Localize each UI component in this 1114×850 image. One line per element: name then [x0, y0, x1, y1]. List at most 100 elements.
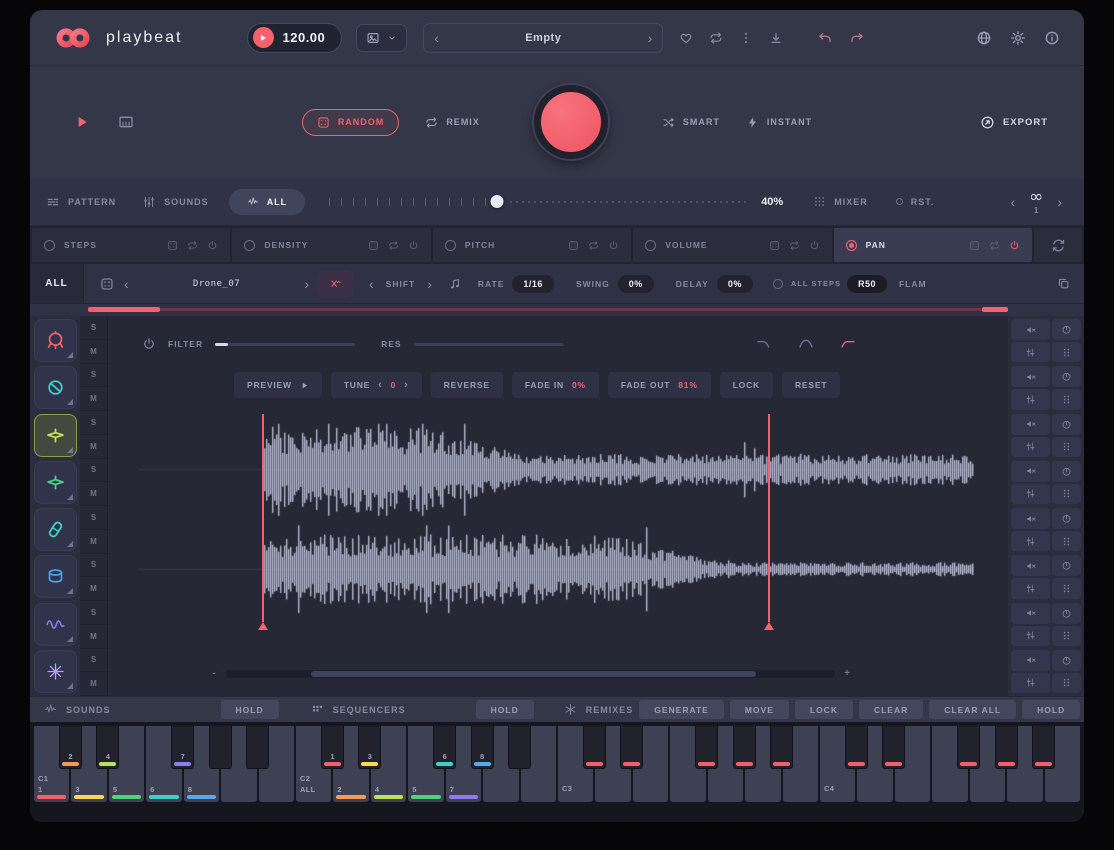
lock-remix-button[interactable]: LOCK: [795, 700, 853, 719]
loop-icon[interactable]: [187, 240, 198, 251]
track-6-knob-button[interactable]: [1052, 555, 1081, 576]
track-5-shaker-button[interactable]: [34, 508, 77, 551]
key-G#2[interactable]: 8: [471, 726, 494, 769]
preview-button[interactable]: PREVIEW: [234, 372, 322, 398]
sample-next-button[interactable]: ›: [304, 277, 309, 291]
all-tracks-cell[interactable]: ALL: [30, 264, 84, 303]
tab-radio[interactable]: [645, 240, 656, 251]
key-A#3[interactable]: [770, 726, 793, 769]
smart-button[interactable]: SMART: [662, 116, 720, 129]
filter-res-slider[interactable]: [414, 343, 564, 346]
random-button[interactable]: RANDOM: [302, 109, 400, 136]
track-6-solo-button[interactable]: S: [80, 554, 107, 578]
waveform-display[interactable]: [138, 412, 974, 626]
key-F#3[interactable]: [695, 726, 718, 769]
track-7-knob-button[interactable]: [1052, 603, 1081, 624]
tune-control[interactable]: TUNE ‹ 0 ›: [331, 372, 422, 398]
track-3-mute-button[interactable]: M: [80, 435, 107, 459]
sample-start-marker[interactable]: [262, 414, 264, 622]
track-5-mute-button[interactable]: M: [80, 530, 107, 554]
track-3-hihat-closed-button[interactable]: [34, 414, 77, 457]
track-4-mute-button[interactable]: M: [80, 482, 107, 506]
preset-next-button[interactable]: ›: [648, 31, 653, 45]
export-button[interactable]: EXPORT: [980, 115, 1048, 130]
tune-up-button[interactable]: ›: [404, 380, 408, 391]
lock-button[interactable]: LOCK: [720, 372, 773, 398]
key-C#4[interactable]: [845, 726, 868, 769]
key-G#3[interactable]: [733, 726, 756, 769]
track-1-mute-button[interactable]: M: [80, 340, 107, 364]
param-tab-pan[interactable]: PAN: [834, 228, 1032, 262]
key-F#2[interactable]: 6: [433, 726, 456, 769]
track-7-solo-button[interactable]: S: [80, 601, 107, 625]
waveform-scrollbar[interactable]: - +: [208, 668, 853, 680]
sample-name[interactable]: Drone_07: [129, 279, 305, 289]
track-5-output-mute-button[interactable]: [1011, 508, 1050, 529]
track-3-output-mute-button[interactable]: [1011, 414, 1050, 435]
key-D#1[interactable]: 4: [96, 726, 119, 769]
fade-in-control[interactable]: FADE IN 0%: [512, 372, 599, 398]
track-1-faders-button[interactable]: [1011, 342, 1050, 362]
power-icon[interactable]: [207, 240, 218, 251]
dice-icon[interactable]: [167, 240, 178, 251]
track-1-knob-button[interactable]: [1052, 319, 1081, 340]
key-G#1[interactable]: [209, 726, 232, 769]
track-3-solo-button[interactable]: S: [80, 411, 107, 435]
infinity-loop-button[interactable]: ∞: [1029, 189, 1043, 206]
track-3-knob-button[interactable]: [1052, 414, 1081, 435]
track-6-tom-button[interactable]: [34, 555, 77, 598]
track-7-grid-button[interactable]: [1052, 626, 1081, 646]
track-1-solo-button[interactable]: S: [80, 316, 107, 340]
bpm-control[interactable]: 120.00: [247, 23, 343, 53]
track-6-mute-button[interactable]: M: [80, 577, 107, 601]
track-8-output-mute-button[interactable]: [1011, 650, 1050, 671]
tab-pattern[interactable]: PATTERN: [46, 195, 116, 209]
sample-random-icon[interactable]: [100, 277, 114, 291]
dice-icon[interactable]: [969, 240, 980, 251]
track-4-knob-button[interactable]: [1052, 461, 1081, 482]
key-C#3[interactable]: [583, 726, 606, 769]
move-button[interactable]: MOVE: [730, 700, 789, 719]
slider-knob[interactable]: [491, 195, 504, 208]
key-F#1[interactable]: 7: [171, 726, 194, 769]
settings-icon[interactable]: [1010, 30, 1026, 46]
filter-power-icon[interactable]: [142, 337, 156, 351]
save-preset-icon[interactable]: [769, 31, 783, 45]
param-tab-volume[interactable]: VOLUME: [633, 228, 831, 262]
all-steps-value[interactable]: R50: [847, 275, 887, 293]
sounds-hold-button[interactable]: HOLD: [221, 700, 279, 719]
mixer-button[interactable]: MIXER: [813, 195, 868, 208]
undo-icon[interactable]: [817, 30, 833, 46]
tab-radio[interactable]: [244, 240, 255, 251]
key-A#1[interactable]: [246, 726, 269, 769]
all-steps-radio[interactable]: [773, 279, 783, 289]
lowpass-filter-icon[interactable]: [756, 336, 772, 352]
highpass-filter-icon[interactable]: [840, 336, 856, 352]
tab-radio[interactable]: [846, 240, 857, 251]
power-icon[interactable]: [608, 240, 619, 251]
track-8-sparkle-button[interactable]: [34, 650, 77, 693]
track-4-hihat-open-button[interactable]: [34, 461, 77, 504]
power-icon[interactable]: [1009, 240, 1020, 251]
track-5-knob-button[interactable]: [1052, 508, 1081, 529]
power-icon[interactable]: [809, 240, 820, 251]
loop-icon[interactable]: [388, 240, 399, 251]
track-2-mute-button[interactable]: M: [80, 387, 107, 411]
track-6-output-mute-button[interactable]: [1011, 555, 1050, 576]
track-7-synth-wave-button[interactable]: [34, 603, 77, 646]
bandpass-filter-icon[interactable]: [798, 336, 814, 352]
transport-play-icon[interactable]: [74, 114, 90, 130]
track-2-output-mute-button[interactable]: [1011, 366, 1050, 387]
key-G#4[interactable]: [995, 726, 1018, 769]
track-2-faders-button[interactable]: [1011, 389, 1050, 409]
loop-icon[interactable]: [588, 240, 599, 251]
tune-down-button[interactable]: ‹: [378, 380, 382, 391]
power-icon[interactable]: [408, 240, 419, 251]
scrollbar-track[interactable]: [226, 670, 835, 678]
community-icon[interactable]: [976, 30, 992, 46]
tab-radio[interactable]: [445, 240, 456, 251]
loop-next-button[interactable]: ›: [1057, 195, 1062, 209]
key-A#2[interactable]: [508, 726, 531, 769]
global-density-slider[interactable]: [329, 193, 749, 211]
tempo-play-icon[interactable]: [253, 27, 274, 48]
